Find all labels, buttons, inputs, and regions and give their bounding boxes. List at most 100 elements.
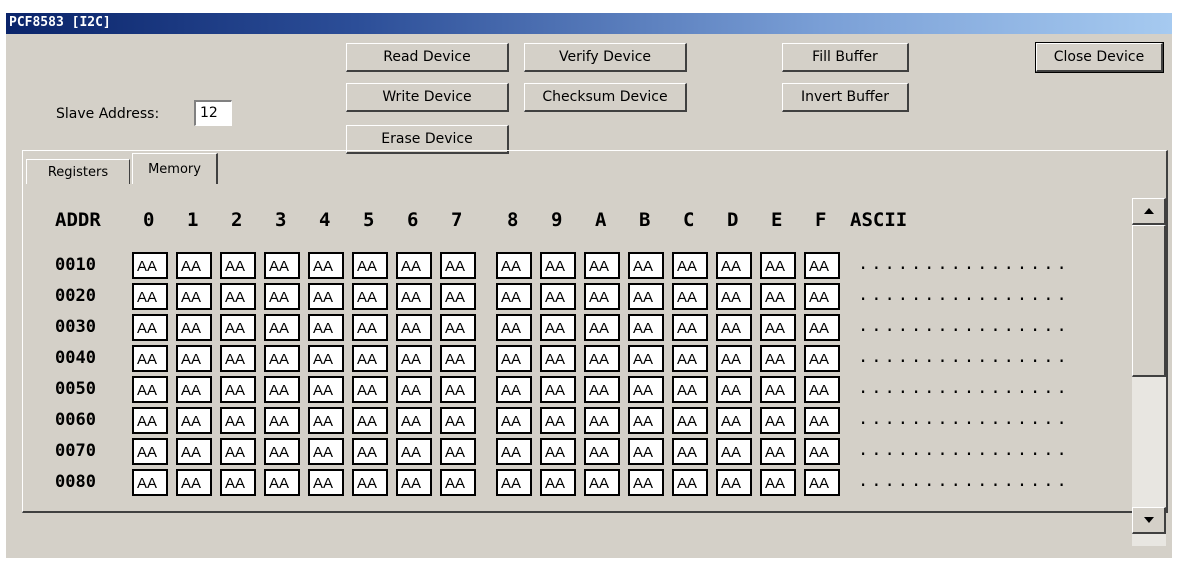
- byte-cell[interactable]: AA: [440, 283, 476, 310]
- byte-cell[interactable]: AA: [716, 376, 752, 403]
- byte-cell[interactable]: AA: [440, 314, 476, 341]
- byte-cell[interactable]: AA: [396, 407, 432, 434]
- arrow-down-icon[interactable]: [1132, 507, 1166, 534]
- byte-cell[interactable]: AA: [176, 376, 212, 403]
- byte-cell[interactable]: AA: [540, 252, 576, 279]
- byte-cell[interactable]: AA: [496, 252, 532, 279]
- byte-cell[interactable]: AA: [396, 314, 432, 341]
- byte-cell[interactable]: AA: [804, 469, 840, 496]
- byte-cell[interactable]: AA: [308, 407, 344, 434]
- byte-cell[interactable]: AA: [804, 252, 840, 279]
- byte-cell[interactable]: AA: [176, 407, 212, 434]
- byte-cell[interactable]: AA: [672, 407, 708, 434]
- byte-cell[interactable]: AA: [628, 407, 664, 434]
- slave-address-input[interactable]: 12: [194, 100, 232, 126]
- byte-cell[interactable]: AA: [264, 314, 300, 341]
- byte-cell[interactable]: AA: [628, 252, 664, 279]
- byte-cell[interactable]: AA: [352, 314, 388, 341]
- arrow-up-icon[interactable]: [1132, 198, 1166, 225]
- byte-cell[interactable]: AA: [496, 314, 532, 341]
- byte-cell[interactable]: AA: [132, 345, 168, 372]
- byte-cell[interactable]: AA: [220, 283, 256, 310]
- byte-cell[interactable]: AA: [584, 345, 620, 372]
- byte-cell[interactable]: AA: [352, 469, 388, 496]
- byte-cell[interactable]: AA: [496, 376, 532, 403]
- byte-cell[interactable]: AA: [132, 314, 168, 341]
- byte-cell[interactable]: AA: [584, 438, 620, 465]
- byte-cell[interactable]: AA: [220, 314, 256, 341]
- byte-cell[interactable]: AA: [396, 345, 432, 372]
- byte-cell[interactable]: AA: [176, 283, 212, 310]
- byte-cell[interactable]: AA: [584, 407, 620, 434]
- byte-cell[interactable]: AA: [672, 376, 708, 403]
- byte-cell[interactable]: AA: [584, 252, 620, 279]
- byte-cell[interactable]: AA: [352, 407, 388, 434]
- byte-cell[interactable]: AA: [396, 376, 432, 403]
- read-device-button[interactable]: Read Device: [346, 43, 509, 72]
- byte-cell[interactable]: AA: [760, 407, 796, 434]
- byte-cell[interactable]: AA: [264, 438, 300, 465]
- byte-cell[interactable]: AA: [716, 314, 752, 341]
- byte-cell[interactable]: AA: [760, 345, 796, 372]
- byte-cell[interactable]: AA: [264, 283, 300, 310]
- byte-cell[interactable]: AA: [220, 345, 256, 372]
- invert-buffer-button[interactable]: Invert Buffer: [782, 83, 909, 112]
- byte-cell[interactable]: AA: [760, 283, 796, 310]
- byte-cell[interactable]: AA: [496, 283, 532, 310]
- byte-cell[interactable]: AA: [308, 345, 344, 372]
- byte-cell[interactable]: AA: [352, 283, 388, 310]
- fill-buffer-button[interactable]: Fill Buffer: [782, 43, 909, 72]
- byte-cell[interactable]: AA: [220, 252, 256, 279]
- byte-cell[interactable]: AA: [132, 283, 168, 310]
- byte-cell[interactable]: AA: [584, 283, 620, 310]
- byte-cell[interactable]: AA: [496, 438, 532, 465]
- byte-cell[interactable]: AA: [716, 345, 752, 372]
- byte-cell[interactable]: AA: [264, 469, 300, 496]
- byte-cell[interactable]: AA: [264, 376, 300, 403]
- byte-cell[interactable]: AA: [264, 345, 300, 372]
- byte-cell[interactable]: AA: [352, 345, 388, 372]
- byte-cell[interactable]: AA: [308, 314, 344, 341]
- byte-cell[interactable]: AA: [496, 345, 532, 372]
- byte-cell[interactable]: AA: [440, 407, 476, 434]
- byte-cell[interactable]: AA: [804, 283, 840, 310]
- byte-cell[interactable]: AA: [584, 314, 620, 341]
- byte-cell[interactable]: AA: [220, 438, 256, 465]
- byte-cell[interactable]: AA: [176, 469, 212, 496]
- byte-cell[interactable]: AA: [628, 469, 664, 496]
- byte-cell[interactable]: AA: [132, 469, 168, 496]
- byte-cell[interactable]: AA: [628, 314, 664, 341]
- byte-cell[interactable]: AA: [440, 252, 476, 279]
- vertical-scrollbar[interactable]: [1132, 198, 1166, 546]
- byte-cell[interactable]: AA: [672, 314, 708, 341]
- scrollbar-thumb[interactable]: [1132, 225, 1166, 377]
- byte-cell[interactable]: AA: [628, 283, 664, 310]
- byte-cell[interactable]: AA: [220, 376, 256, 403]
- byte-cell[interactable]: AA: [352, 438, 388, 465]
- byte-cell[interactable]: AA: [440, 345, 476, 372]
- checksum-device-button[interactable]: Checksum Device: [524, 83, 687, 112]
- byte-cell[interactable]: AA: [496, 407, 532, 434]
- byte-cell[interactable]: AA: [584, 469, 620, 496]
- byte-cell[interactable]: AA: [220, 407, 256, 434]
- byte-cell[interactable]: AA: [716, 252, 752, 279]
- byte-cell[interactable]: AA: [716, 438, 752, 465]
- byte-cell[interactable]: AA: [440, 469, 476, 496]
- write-device-button[interactable]: Write Device: [346, 83, 509, 112]
- byte-cell[interactable]: AA: [540, 438, 576, 465]
- byte-cell[interactable]: AA: [352, 252, 388, 279]
- byte-cell[interactable]: AA: [628, 438, 664, 465]
- byte-cell[interactable]: AA: [396, 252, 432, 279]
- verify-device-button[interactable]: Verify Device: [524, 43, 687, 72]
- byte-cell[interactable]: AA: [716, 469, 752, 496]
- byte-cell[interactable]: AA: [628, 376, 664, 403]
- byte-cell[interactable]: AA: [264, 407, 300, 434]
- byte-cell[interactable]: AA: [628, 345, 664, 372]
- title-bar[interactable]: PCF8583 [I2C]: [6, 13, 1172, 34]
- byte-cell[interactable]: AA: [804, 314, 840, 341]
- tab-memory[interactable]: Memory: [132, 153, 218, 184]
- byte-cell[interactable]: AA: [308, 438, 344, 465]
- byte-cell[interactable]: AA: [132, 438, 168, 465]
- byte-cell[interactable]: AA: [540, 283, 576, 310]
- byte-cell[interactable]: AA: [308, 283, 344, 310]
